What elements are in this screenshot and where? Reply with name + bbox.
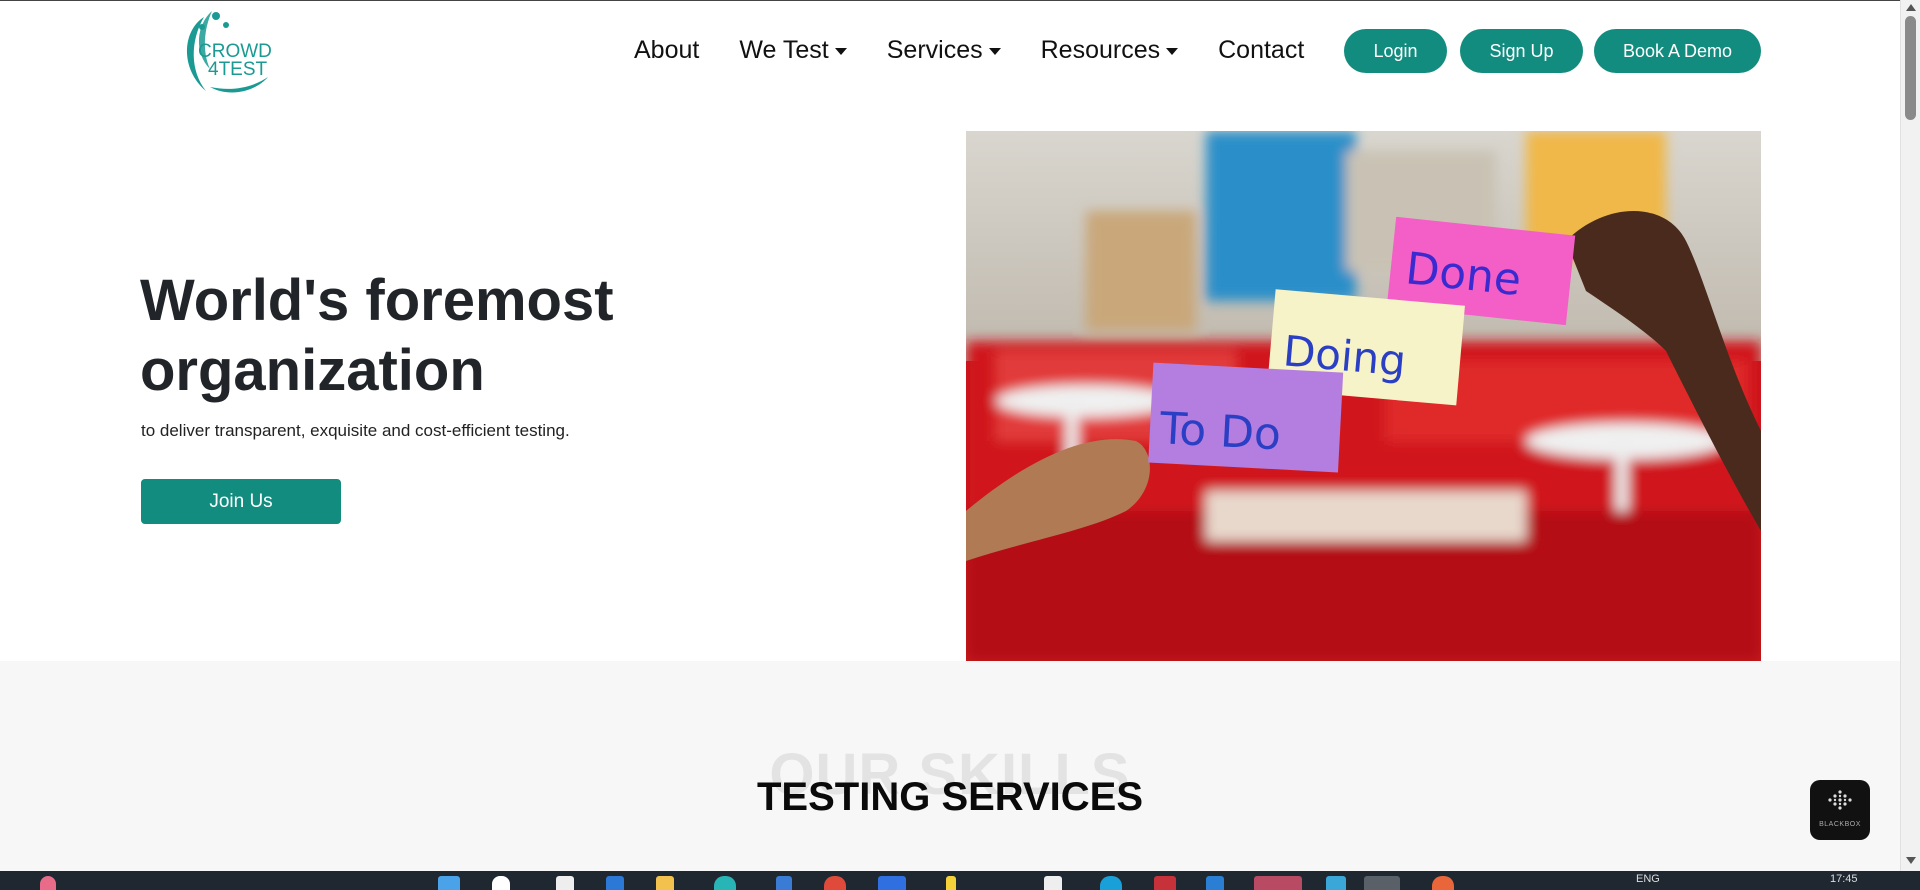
blackbox-widget-button[interactable]: BLACKBOX (1810, 780, 1870, 840)
file-explorer-icon[interactable] (656, 876, 674, 890)
nav-item-label: Contact (1218, 35, 1305, 64)
taskbar-app-icon[interactable] (40, 876, 56, 890)
caret-down-icon (834, 47, 847, 55)
crowd4test-logo[interactable]: CROWD 4TEST (176, 7, 286, 97)
start-menu-icon[interactable] (438, 876, 460, 890)
taskbar-app-icon[interactable] (1432, 876, 1454, 890)
nav-item-contact[interactable]: Contact (1218, 36, 1304, 65)
caret-down-icon (988, 47, 1001, 55)
taskbar-app-icon[interactable] (878, 876, 906, 890)
hero-title: World's foremost organization (140, 268, 614, 403)
clock[interactable]: 17:45 (1830, 873, 1858, 885)
skills-section: OUR SKILLS TESTING SERVICES (0, 661, 1900, 871)
hero-subtitle: to deliver transparent, exquisite and co… (141, 421, 570, 440)
vertical-scrollbar[interactable] (1900, 0, 1920, 871)
edge-browser-icon[interactable] (714, 876, 736, 890)
join-us-button[interactable]: Join Us (141, 479, 341, 524)
section-title: TESTING SERVICES (756, 775, 1143, 819)
nav-item-resources[interactable]: Resources (1041, 36, 1179, 65)
hero-image: Done Doing To Do (966, 131, 1761, 661)
note-text: To Do (1158, 403, 1283, 460)
task-view-icon[interactable] (556, 876, 574, 890)
search-icon[interactable] (492, 876, 510, 890)
language-indicator[interactable]: ENG (1636, 873, 1660, 885)
nav-item-we-test[interactable]: We Test (739, 35, 847, 65)
scroll-down-arrow-icon[interactable] (1906, 857, 1916, 864)
chrome-browser-icon[interactable] (824, 876, 846, 890)
book-demo-button[interactable]: Book A Demo (1594, 29, 1761, 73)
nav-item-label: Resources (1040, 35, 1161, 64)
taskbar-app-icon[interactable] (1326, 876, 1346, 890)
nav-item-label: We Test (739, 35, 829, 64)
taskbar-app-icon[interactable] (776, 876, 792, 890)
taskbar-app-icon[interactable] (1100, 876, 1122, 890)
taskbar-app-icon[interactable] (1254, 876, 1302, 890)
blackbox-label: BLACKBOX (1819, 821, 1861, 828)
signup-button[interactable]: Sign Up (1460, 29, 1583, 73)
taskbar-app-icon[interactable] (1364, 876, 1400, 890)
login-button[interactable]: Login (1344, 29, 1447, 73)
taskbar-app-icon[interactable] (606, 876, 624, 890)
nav-item-services[interactable]: Services (887, 36, 1001, 65)
nav-item-about[interactable]: About (634, 36, 699, 65)
os-taskbar: ENG 17:45 (0, 871, 1920, 890)
nav-menu: About We Test Services Resources Contact (634, 32, 1344, 68)
nav-item-label: About (634, 35, 700, 64)
kanban-sticky-notes-illustration: Done Doing To Do (966, 131, 1761, 661)
taskbar-app-icon[interactable] (1044, 876, 1062, 890)
blackbox-logo-icon (1828, 790, 1852, 810)
taskbar-app-icon[interactable] (946, 876, 956, 890)
logo-line-2: 4TEST (208, 59, 268, 80)
scroll-up-arrow-icon[interactable] (1906, 4, 1916, 11)
taskbar-app-icon[interactable] (1154, 876, 1176, 890)
top-navbar: CROWD 4TEST About We Test Services Resou… (0, 0, 1900, 100)
vscode-icon[interactable] (1206, 876, 1224, 890)
caret-down-icon (1166, 47, 1179, 55)
nav-item-label: Services (886, 35, 983, 64)
scrollbar-thumb[interactable] (1905, 16, 1916, 120)
logo-wordmark: CROWD 4TEST (198, 42, 272, 80)
